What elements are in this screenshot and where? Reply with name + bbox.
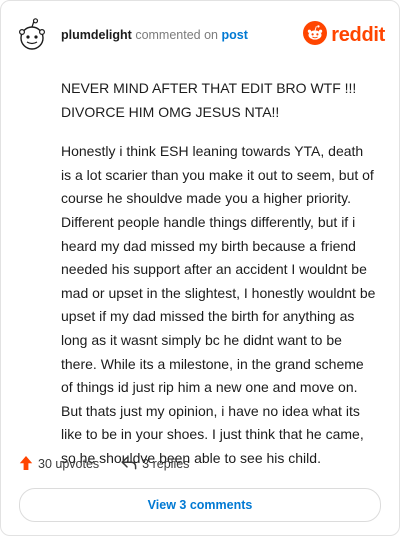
reddit-brand[interactable]: reddit bbox=[303, 20, 385, 50]
replies-button[interactable]: 3 replies bbox=[121, 456, 189, 473]
view-comments-button[interactable]: View 3 comments bbox=[19, 488, 381, 522]
post-link[interactable]: post bbox=[221, 28, 247, 42]
username-link[interactable]: plumdelight bbox=[61, 28, 132, 42]
comment-card: plumdelight commented on post reddit NEV… bbox=[0, 0, 400, 536]
replies-count: 3 replies bbox=[142, 457, 190, 471]
snoo-avatar-icon[interactable] bbox=[15, 18, 49, 52]
reply-icon bbox=[121, 456, 137, 473]
action-text: commented on bbox=[135, 28, 218, 42]
upvote-count: 30 upvotes bbox=[38, 457, 100, 471]
reddit-logo-icon bbox=[303, 20, 328, 50]
upvote-button[interactable]: 30 upvotes bbox=[19, 455, 99, 474]
reddit-wordmark: reddit bbox=[331, 23, 385, 46]
comment-actions: 30 upvotes 3 replies bbox=[19, 453, 211, 475]
comment-paragraph: NEVER MIND AFTER THAT EDIT BRO WTF !!! D… bbox=[61, 80, 357, 120]
upvote-arrow-icon bbox=[19, 455, 33, 474]
comment-paragraph: Honestly i think ESH leaning towards YTA… bbox=[61, 143, 376, 466]
comment-body: NEVER MIND AFTER THAT EDIT BRO WTF !!! D… bbox=[61, 77, 377, 487]
comment-header: plumdelight commented on post reddit bbox=[15, 17, 385, 53]
comment-byline: plumdelight commented on post bbox=[61, 28, 303, 42]
